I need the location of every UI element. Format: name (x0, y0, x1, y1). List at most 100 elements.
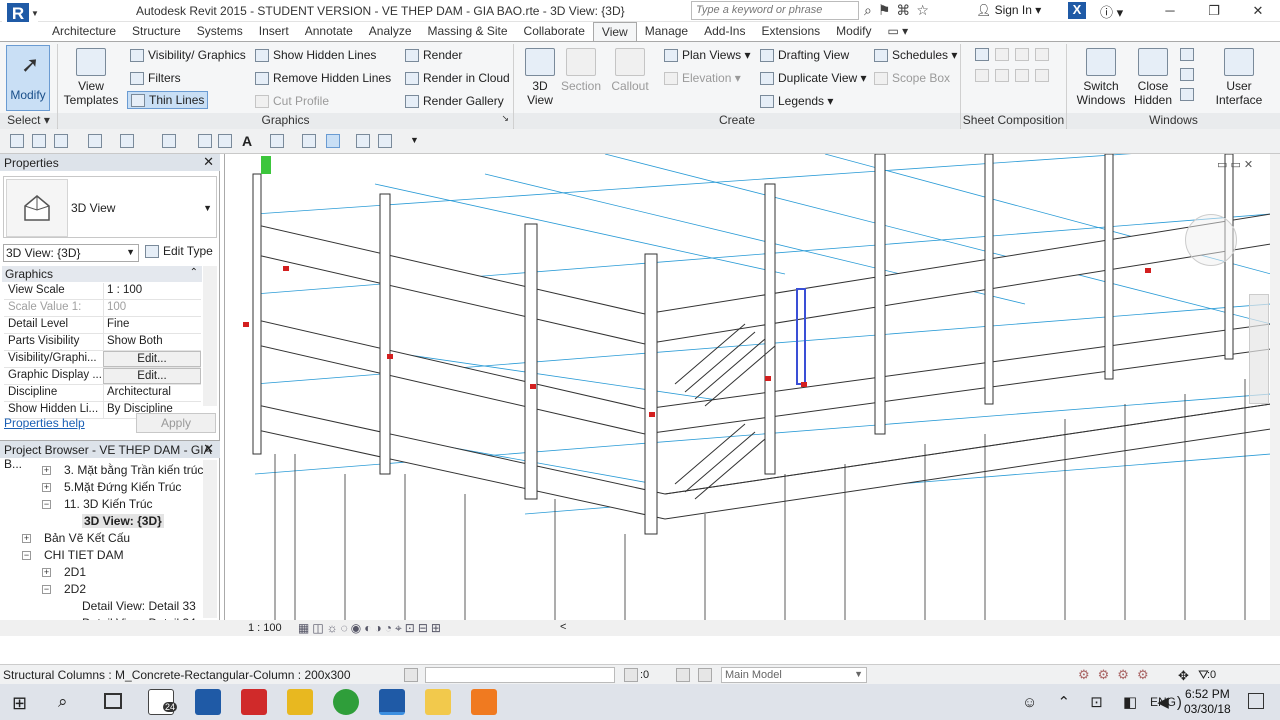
design-option-select[interactable]: Main Model ▼ (721, 667, 867, 683)
tab-analyze[interactable]: Analyze (361, 22, 420, 41)
close-hidden-windows-icon[interactable] (356, 134, 370, 148)
select-panel-label[interactable]: Select ▾ (0, 113, 57, 129)
tab-massing-site[interactable]: Massing & Site (420, 22, 516, 41)
viewport-hscroll[interactable] (0, 620, 1280, 636)
elevation-button[interactable]: Elevation ▾ (664, 71, 741, 86)
view-templates-button[interactable]: View Templates (62, 48, 120, 107)
thin-lines-toggle-icon[interactable] (326, 134, 340, 148)
notifications-icon[interactable] (1248, 693, 1264, 709)
autocad-icon[interactable] (195, 689, 221, 715)
close-icon[interactable]: ✕ (203, 441, 214, 457)
switch-windows-button[interactable]: Switch Windows (1076, 48, 1126, 107)
plan-views-button[interactable]: Plan Views ▾ (664, 48, 751, 63)
switch-windows-qat-icon[interactable] (378, 134, 392, 148)
property-value[interactable]: Architectural (103, 385, 201, 401)
view-window-controls[interactable]: ▭ ▭ ✕ (1217, 158, 1253, 171)
collapse-icon[interactable]: − (42, 585, 51, 594)
aligned-dimension-icon[interactable] (198, 134, 212, 148)
help-icon[interactable]: ⓘ ▾ (1100, 2, 1123, 21)
tab-architecture[interactable]: Architecture (44, 22, 124, 41)
instance-view-select[interactable]: 3D View: {3D} ▼ (3, 244, 139, 262)
property-value[interactable]: 1 : 100 (103, 283, 201, 299)
browser-item[interactable]: 11. 3D Kiến Trúc (64, 497, 153, 511)
apply-button[interactable]: Apply (136, 413, 216, 433)
save-icon[interactable] (32, 134, 46, 148)
titleblock-icon[interactable] (1015, 48, 1029, 61)
language-indicator[interactable]: ENG (1150, 695, 1176, 709)
filters-button[interactable]: Filters (130, 71, 181, 86)
tab-structure[interactable]: Structure (124, 22, 189, 41)
minimize-button[interactable]: ─ (1148, 0, 1192, 22)
collapse-icon[interactable]: − (22, 551, 31, 560)
windows-start-icon[interactable]: ⊞ (12, 693, 27, 714)
browser-item[interactable]: 2D2 (64, 582, 86, 596)
panel-launcher-icon[interactable]: ↘ (501, 113, 509, 124)
cut-profile-button[interactable]: Cut Profile (255, 94, 329, 109)
binoculars-icon[interactable]: ⌕ (864, 2, 872, 19)
property-value[interactable]: Fine (103, 317, 201, 333)
tag-icon[interactable] (218, 134, 232, 148)
redo-icon[interactable] (120, 134, 134, 148)
expand-icon[interactable]: + (42, 466, 51, 475)
matchline-icon[interactable] (995, 69, 1009, 82)
close-hidden-button[interactable]: Close Hidden (1130, 48, 1176, 107)
tab-collaborate[interactable]: Collaborate (516, 22, 593, 41)
exchange-apps-icon[interactable]: X (1068, 2, 1086, 19)
properties-scrollbar[interactable] (203, 266, 217, 406)
customize-qat-icon[interactable]: ▼ (410, 135, 419, 145)
navigation-bar[interactable] (1249, 294, 1269, 404)
comm-center-icon[interactable]: ⌘ (896, 2, 910, 19)
favorites-star-icon[interactable]: ☆ (916, 2, 929, 19)
close-icon[interactable]: ✕ (203, 154, 214, 170)
viewports-icon[interactable] (1035, 69, 1049, 82)
mail-icon[interactable]: 24 (148, 689, 178, 715)
exclude-options-icon[interactable] (698, 668, 712, 682)
search-input[interactable]: Type a keyword or phrase (691, 1, 859, 20)
browser-icon[interactable] (333, 689, 359, 715)
collapse-icon[interactable]: − (42, 500, 51, 509)
search-icon[interactable]: ⌕ (58, 692, 68, 712)
section-button[interactable]: Section (560, 48, 602, 93)
tab-view[interactable]: View (592, 22, 637, 41)
thin-lines-button[interactable]: Thin Lines (127, 91, 209, 110)
edit-button[interactable]: Edit... (103, 368, 201, 384)
drag-elements-icon[interactable]: ✥ (1178, 668, 1189, 684)
file-explorer-icon[interactable] (425, 689, 451, 715)
edit-type-button[interactable]: Edit Type (145, 244, 213, 259)
schedules-button[interactable]: Schedules ▾ (874, 48, 957, 63)
properties-help-link[interactable]: Properties help (4, 416, 85, 430)
placeholder-sheet-icon[interactable] (995, 48, 1009, 61)
tile-icon[interactable] (1180, 88, 1194, 101)
tab-insert[interactable]: Insert (251, 22, 297, 41)
show-hidden-lines-button[interactable]: Show Hidden Lines (255, 48, 376, 63)
3d-viewport[interactable]: ▭ ▭ ✕ (224, 154, 1270, 620)
recorder-icon[interactable] (471, 689, 497, 715)
guide-grid-icon[interactable] (975, 69, 989, 82)
replicate-icon[interactable] (1180, 48, 1194, 61)
expand-icon[interactable]: + (42, 568, 51, 577)
acrobat-icon[interactable] (241, 689, 267, 715)
type-selector[interactable]: 3D View ▼ (3, 176, 217, 238)
selection-filter-icons[interactable]: ⚙⚙⚙⚙ (1078, 667, 1157, 683)
workset-select[interactable] (425, 667, 615, 683)
browser-item[interactable]: 5.Mặt Đứng Kiến Trúc (64, 480, 181, 494)
revisions-icon[interactable] (1035, 48, 1049, 61)
undo-icon[interactable] (88, 134, 102, 148)
duplicate-view-button[interactable]: Duplicate View ▾ (760, 71, 867, 86)
sheet-icon[interactable] (975, 48, 989, 61)
ribbon-minimize-toggle[interactable]: ▭ ▾ (880, 22, 917, 41)
tab-extensions[interactable]: Extensions (753, 22, 828, 41)
browser-item[interactable]: 3D View: {3D} (82, 514, 164, 528)
render-in-cloud-button[interactable]: Render in Cloud (405, 71, 510, 86)
app-icon[interactable] (287, 689, 313, 715)
3d-view-button[interactable]: 3D View (520, 48, 560, 107)
legends-button[interactable]: Legends ▾ (760, 94, 833, 109)
open-icon[interactable] (10, 134, 24, 148)
cascade-icon[interactable] (1180, 68, 1194, 81)
scroll-left-icon[interactable]: < (560, 621, 566, 633)
view-control-icons[interactable]: ▦◫☼◌◉◐◑◔⌖⊡⊟⊞ (298, 621, 444, 636)
render-button[interactable]: Render (405, 48, 462, 63)
restore-button[interactable]: ❐ (1192, 0, 1236, 22)
task-view-icon[interactable] (104, 693, 122, 709)
sync-icon[interactable] (54, 134, 68, 148)
